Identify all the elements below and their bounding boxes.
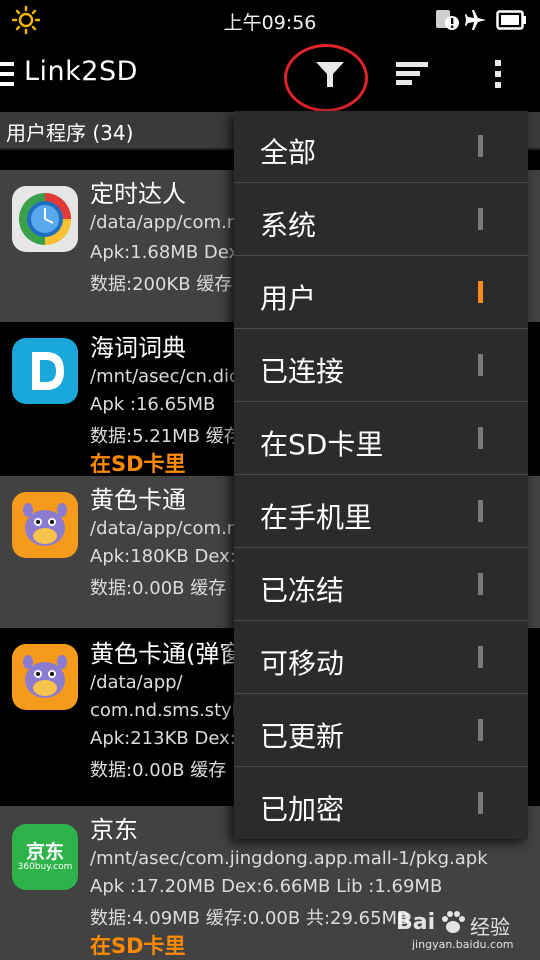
app-title: Link2SD	[24, 56, 138, 87]
filter-option-label: 已加密	[260, 793, 345, 826]
filter-option-system[interactable]: 系统	[234, 184, 528, 256]
app-name: 黄色卡通	[90, 486, 186, 514]
filter-menu: 全部 系统 用户 已连接 在SD卡里 在手机里 已冻结 可移动 已更新 已加密	[234, 111, 528, 839]
app-path: /mnt/asec/com.jingdong.app.mall-1/pkg.ap…	[90, 848, 488, 869]
filter-option-encrypted[interactable]: 已加密	[234, 768, 528, 840]
filter-option-indicator	[478, 427, 483, 449]
app-apk-size: Apk :17.20MB Dex:6.66MB Lib :1.69MB	[90, 876, 443, 897]
filter-option-updated[interactable]: 已更新	[234, 695, 528, 767]
app-data-size: 数据:0.00B 缓存	[90, 760, 227, 781]
app-path: /data/app/	[90, 672, 183, 693]
filter-option-label: 已更新	[260, 720, 345, 753]
app-apk-size: Apk :16.65MB	[90, 394, 216, 415]
status-bar: 上午09:56	[0, 0, 540, 40]
watermark-url: jingyan.baidu.com	[412, 938, 514, 951]
paw-icon	[440, 910, 466, 940]
sd-status: 在SD卡里	[90, 934, 186, 958]
hamburger-menu-icon[interactable]	[0, 62, 14, 88]
filter-option-frozen[interactable]: 已冻结	[234, 549, 528, 621]
jd-icon-text: 京东	[25, 841, 64, 863]
overflow-menu-icon	[492, 58, 504, 94]
filter-option-indicator	[478, 354, 483, 376]
overflow-menu-button[interactable]	[463, 40, 533, 112]
filter-option-indicator	[478, 208, 483, 230]
jd-app-icon: 京东 360buy.com	[12, 824, 78, 890]
cartoon-popup-app-icon	[12, 644, 78, 710]
sort-button[interactable]	[377, 40, 447, 112]
timer-app-icon	[12, 186, 78, 252]
filter-option-on-sd[interactable]: 在SD卡里	[234, 403, 528, 475]
filter-option-indicator	[478, 500, 483, 522]
sort-icon	[394, 60, 430, 92]
baidu-watermark: Bai 经验 jingyan.baidu.com	[390, 908, 540, 960]
dict-app-icon	[12, 338, 78, 404]
filter-option-movable[interactable]: 可移动	[234, 622, 528, 694]
jd-icon-subtext: 360buy.com	[17, 862, 73, 872]
filter-option-label: 已冻结	[260, 574, 345, 607]
watermark-brand: Bai	[396, 910, 436, 935]
airplane-icon	[464, 8, 488, 36]
filter-option-indicator	[478, 646, 483, 668]
filter-option-label: 可移动	[260, 647, 345, 680]
action-bar: Link2SD	[0, 40, 540, 112]
filter-option-indicator	[478, 573, 483, 595]
filter-option-user[interactable]: 用户	[234, 257, 528, 329]
app-path: /data/app/com.n	[90, 212, 239, 233]
app-data-size: 数据:200KB 缓存	[90, 274, 233, 295]
app-path: /mnt/asec/cn.dic	[90, 366, 239, 387]
filter-option-indicator	[478, 135, 483, 157]
filter-option-linked[interactable]: 已连接	[234, 330, 528, 402]
battery-icon	[496, 10, 528, 34]
section-title: 用户程序 (34)	[6, 121, 134, 145]
filter-option-indicator	[478, 719, 483, 741]
filter-option-label: 全部	[260, 136, 317, 169]
filter-option-all[interactable]: 全部	[234, 111, 528, 183]
app-data-size: 数据:4.09MB 缓存:0.00B 共:29.65MB	[90, 908, 410, 929]
app-data-size: 数据:5.21MB 缓存	[90, 426, 242, 447]
app-data-size: 数据:0.00B 缓存	[90, 578, 227, 599]
app-name: 海词词典	[90, 334, 186, 362]
sd-status: 在SD卡里	[90, 452, 186, 476]
filter-button[interactable]	[295, 40, 365, 112]
sim-alert-icon	[434, 8, 460, 36]
filter-option-label: 在SD卡里	[260, 428, 384, 461]
filter-option-indicator	[478, 792, 483, 814]
app-apk-size: Apk:1.68MB Dex	[90, 242, 240, 263]
app-apk-size: Apk:180KB Dex:	[90, 546, 236, 567]
app-path: /data/app/com.n	[90, 518, 239, 539]
filter-option-on-phone[interactable]: 在手机里	[234, 476, 528, 548]
filter-option-indicator-selected	[478, 281, 483, 303]
filter-icon	[314, 59, 346, 93]
app-path-continued: com.nd.sms.style	[90, 700, 248, 721]
filter-option-label: 用户	[260, 282, 317, 315]
filter-option-label: 已连接	[260, 355, 345, 388]
filter-option-label: 在手机里	[260, 501, 373, 534]
app-name: 黄色卡通(弹窗	[90, 640, 244, 668]
app-apk-size: Apk:213KB Dex:	[90, 728, 236, 749]
watermark-brand-suffix: 经验	[470, 915, 510, 939]
cartoon-app-icon	[12, 492, 78, 558]
app-name: 定时达人	[90, 180, 186, 208]
filter-option-label: 系统	[260, 209, 317, 242]
app-name: 京东	[90, 816, 138, 844]
